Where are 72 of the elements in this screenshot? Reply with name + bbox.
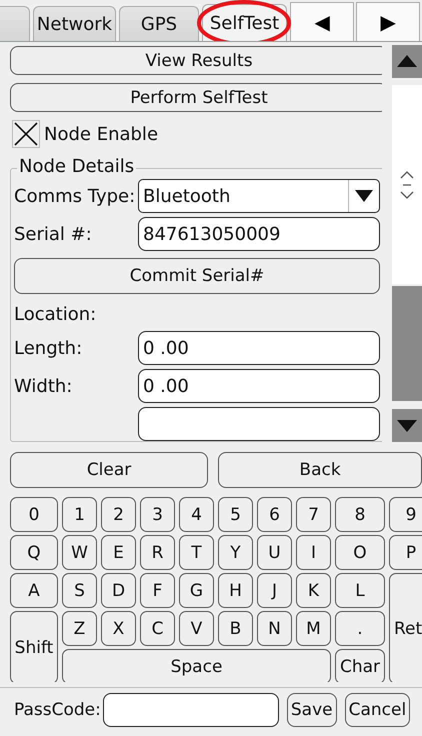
checkbox[interactable] — [12, 120, 40, 148]
key[interactable]: R — [140, 535, 175, 570]
key[interactable]: V — [179, 611, 214, 646]
input-field[interactable]: 847613050009 — [138, 217, 380, 251]
key[interactable]: Q — [10, 535, 58, 570]
field-label: Length: — [14, 338, 84, 358]
key[interactable]: N — [257, 611, 292, 646]
key[interactable]: L — [335, 573, 385, 608]
scroll-left-button[interactable]: ◀ — [290, 2, 354, 41]
scroll-icon — [399, 170, 415, 200]
footer-button[interactable]: Save — [286, 693, 337, 727]
key[interactable]: D — [101, 573, 136, 608]
key[interactable]: 2 — [101, 497, 136, 532]
up-arrow-icon — [397, 55, 417, 68]
key[interactable]: W — [62, 535, 97, 570]
key[interactable]: Ret — [389, 573, 422, 682]
key[interactable]: Char — [335, 649, 385, 682]
key[interactable]: 4 — [179, 497, 214, 532]
dropdown[interactable]: Bluetooth — [138, 179, 380, 213]
key[interactable]: Shift — [10, 611, 58, 682]
action-button[interactable]: View Results — [10, 46, 382, 75]
key[interactable]: J — [257, 573, 292, 608]
key[interactable]: 7 — [296, 497, 331, 532]
tab[interactable]: GPS — [119, 6, 199, 41]
commit-button[interactable]: Commit Serial# — [14, 258, 380, 294]
passcode-label: PassCode: — [14, 700, 101, 720]
key[interactable]: Space — [62, 649, 331, 682]
key[interactable]: A — [10, 573, 58, 608]
passcode-field[interactable] — [102, 693, 279, 727]
key[interactable]: M — [296, 611, 331, 646]
field-label: Width: — [14, 376, 74, 396]
key[interactable]: 5 — [218, 497, 253, 532]
key[interactable]: 3 — [140, 497, 175, 532]
key[interactable]: 8 — [335, 497, 385, 532]
key[interactable]: E — [101, 535, 136, 570]
field-label: Comms Type: — [14, 186, 136, 206]
key[interactable]: C — [140, 611, 175, 646]
keyboard-button[interactable]: Clear — [10, 452, 208, 488]
key[interactable]: B — [218, 611, 253, 646]
down-arrow-icon — [397, 420, 417, 432]
key[interactable]: K — [296, 573, 331, 608]
key[interactable]: Y — [218, 535, 253, 570]
key[interactable]: O — [335, 535, 385, 570]
section-label: Location: — [14, 302, 98, 326]
key[interactable]: P — [389, 535, 422, 570]
input-field[interactable]: 0 .00 — [138, 369, 380, 403]
field-label: Serial #: — [14, 224, 93, 244]
key[interactable]: H — [218, 573, 253, 608]
key[interactable]: . — [335, 611, 385, 646]
key[interactable]: X — [101, 611, 136, 646]
key[interactable]: 6 — [257, 497, 292, 532]
tab[interactable]: Network — [33, 6, 116, 41]
action-button[interactable]: Perform SelfTest — [10, 83, 382, 112]
scrollbar[interactable] — [392, 42, 422, 442]
key[interactable]: F — [140, 573, 175, 608]
scroll-right-button[interactable]: ▶ — [356, 2, 420, 41]
key[interactable]: I — [296, 535, 331, 570]
key[interactable]: S — [62, 573, 97, 608]
cross-icon — [13, 121, 39, 147]
key[interactable]: G — [179, 573, 214, 608]
key[interactable]: Z — [62, 611, 97, 646]
key[interactable]: 9 — [389, 497, 422, 532]
keyboard-button[interactable]: Back — [218, 452, 422, 488]
input-field[interactable] — [138, 407, 380, 441]
key[interactable]: 1 — [62, 497, 97, 532]
input-field[interactable]: 0 .00 — [138, 331, 380, 365]
key[interactable]: 0 — [10, 497, 58, 532]
key[interactable]: T — [179, 535, 214, 570]
footer-button[interactable]: Cancel — [344, 693, 410, 727]
dropdown-arrow-icon — [355, 190, 373, 202]
checkbox-label: Node Enable — [44, 124, 158, 144]
key[interactable]: U — [257, 535, 292, 570]
